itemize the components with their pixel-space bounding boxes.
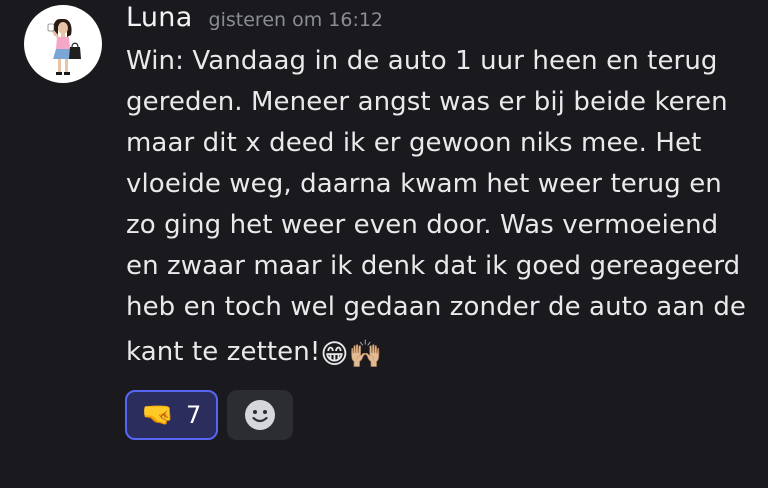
message-line: vloeide weg, daarna kwam het weer terug …: [126, 169, 722, 199]
avatar-illustration: [47, 19, 81, 75]
message-header: Luna gisteren om 16:12: [126, 2, 383, 36]
message-line: Win: Vandaag in de auto 1 uur heen en te…: [126, 46, 718, 76]
raising-hands-emoji: 🙌🏼: [348, 339, 383, 370]
add-reaction-button[interactable]: [227, 390, 293, 440]
reaction-count: 7: [186, 401, 202, 429]
timestamp[interactable]: gisteren om 16:12: [209, 9, 383, 31]
message-line: heb en toch wel gedaan zonder de auto aa…: [126, 292, 747, 322]
message-line-last: kant te zetten!😁🙌🏼: [126, 332, 756, 373]
smiley-add-icon: [245, 400, 275, 430]
reaction-fist-bump[interactable]: 🤜 7: [125, 390, 218, 440]
message-content: Win: Vandaag in de auto 1 uur heen en te…: [126, 41, 756, 373]
fist-bump-emoji: 🤜: [141, 400, 175, 430]
reactions-bar: 🤜 7: [125, 390, 293, 440]
message-line: en zwaar maar ik denk dat ik goed gereag…: [126, 251, 741, 281]
message-line-text: kant te zetten!: [126, 337, 321, 367]
grinning-emoji: 😁: [320, 339, 349, 370]
user-avatar[interactable]: [24, 5, 102, 83]
message-line: gereden. Meneer angst was er bij beide k…: [126, 87, 728, 117]
message-line: maar dit x deed ik er gewoon niks mee. H…: [126, 128, 702, 158]
username[interactable]: Luna: [126, 2, 193, 33]
message-line: zo ging het weer even door. Was vermoeie…: [126, 210, 719, 240]
chat-message: Luna gisteren om 16:12 Win: Vandaag in d…: [0, 0, 768, 488]
